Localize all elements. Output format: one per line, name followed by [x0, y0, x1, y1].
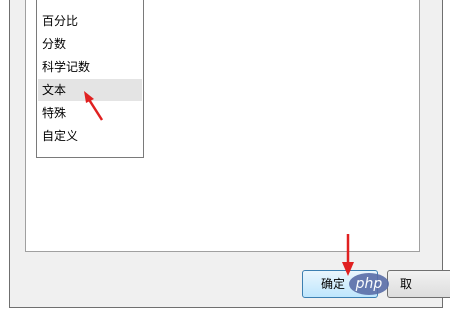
annotation-arrow-icon: [84, 91, 104, 121]
number-format-panel: 百分比 分数 科学记数 文本 特殊 自定义: [25, 0, 420, 252]
list-item-scientific[interactable]: 科学记数: [38, 56, 142, 78]
category-listbox[interactable]: 百分比 分数 科学记数 文本 特殊 自定义: [36, 0, 144, 158]
format-cells-dialog: 百分比 分数 科学记数 文本 特殊 自定义 确定 取 php: [9, 0, 450, 308]
cancel-button[interactable]: 取: [387, 270, 450, 298]
list-item-custom[interactable]: 自定义: [38, 125, 142, 147]
list-item-fraction[interactable]: 分数: [38, 33, 142, 55]
cancel-button-label: 取: [400, 277, 413, 291]
list-item-percentage[interactable]: 百分比: [38, 10, 142, 32]
annotation-arrow-icon: [342, 234, 354, 276]
